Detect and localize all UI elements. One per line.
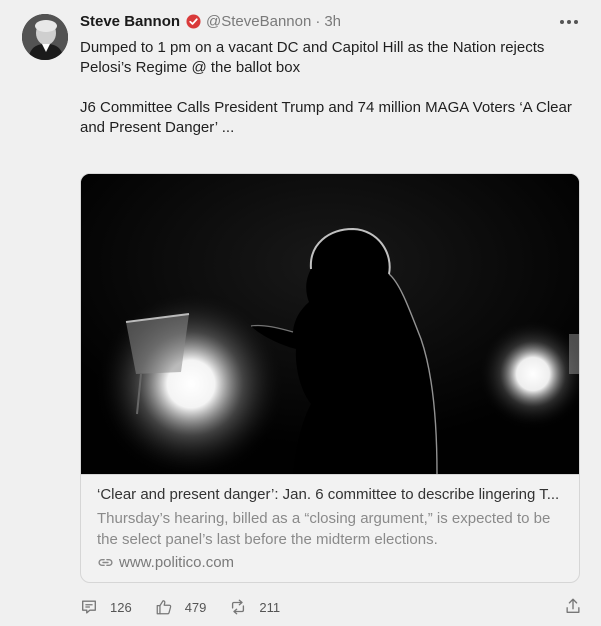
card-body: ‘Clear and present danger’: Jan. 6 commi… xyxy=(81,474,579,571)
post: Steve Bannon @SteveBannon · 3h Dumped to… xyxy=(0,0,601,626)
reply-button[interactable]: 126 xyxy=(80,598,132,616)
like-button[interactable]: 479 xyxy=(155,598,207,616)
action-bar: 126 479 211 xyxy=(80,596,585,618)
comment-icon xyxy=(82,600,96,614)
author-name[interactable]: Steve Bannon xyxy=(80,13,180,30)
card-title[interactable]: ‘Clear and present danger’: Jan. 6 commi… xyxy=(97,485,563,505)
post-paragraph: J6 Committee Calls President Trump and 7… xyxy=(80,99,572,136)
repost-button[interactable]: 211 xyxy=(229,598,280,616)
repost-count: 211 xyxy=(259,599,281,615)
link-card[interactable]: ‘Clear and present danger’: Jan. 6 commi… xyxy=(80,173,580,583)
post-text: Dumped to 1 pm on a vacant DC and Capito… xyxy=(80,38,580,158)
reply-count: 126 xyxy=(110,599,132,615)
avatar-photo xyxy=(22,14,68,60)
card-photo xyxy=(81,174,579,474)
post-paragraph: Dumped to 1 pm on a vacant DC and Capito… xyxy=(80,39,545,76)
verified-badge-icon xyxy=(186,14,201,29)
share-icon[interactable] xyxy=(562,595,584,617)
post-time[interactable]: 3h xyxy=(324,13,341,30)
more-dots-icon[interactable] xyxy=(555,8,583,36)
avatar[interactable] xyxy=(22,14,68,60)
card-domain[interactable]: www.politico.com xyxy=(97,554,563,571)
like-count: 479 xyxy=(184,599,207,615)
header-separator: · xyxy=(315,13,321,30)
author-handle[interactable]: @SteveBannon xyxy=(206,13,311,30)
link-icon xyxy=(98,558,113,567)
card-domain-text: www.politico.com xyxy=(119,554,235,571)
post-header: Steve Bannon @SteveBannon · 3h xyxy=(80,13,341,30)
card-description: Thursday’s hearing, billed as a “closing… xyxy=(97,510,551,548)
repost-icon xyxy=(232,599,245,615)
thumbs-up-icon xyxy=(156,600,171,615)
